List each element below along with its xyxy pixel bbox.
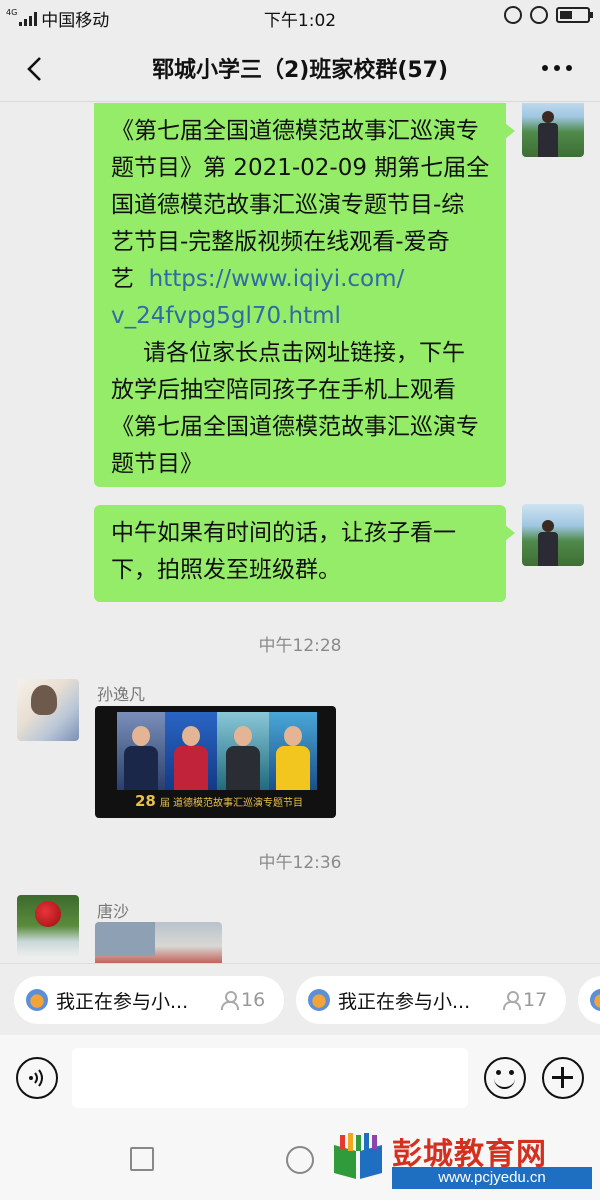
home-icon[interactable] bbox=[286, 1146, 314, 1174]
sender-name: 孙逸凡 bbox=[97, 685, 146, 704]
message-bubble-outgoing[interactable]: 中午如果有时间的话，让孩子看一 下，拍照发至班级群。 bbox=[94, 505, 515, 602]
message-line: 艺节目-完整版视频在线观看-爱奇 bbox=[111, 229, 450, 255]
input-bar bbox=[0, 1035, 600, 1123]
video-frame-panel bbox=[117, 712, 165, 790]
message-timestamp: 中午12:28 bbox=[258, 636, 342, 656]
mini-program-label: 我正在参与小... bbox=[338, 990, 471, 1013]
status-right bbox=[504, 6, 593, 24]
mini-program-bar[interactable]: 我正在参与小... 16 我正在参与小... 17 bbox=[0, 963, 600, 1035]
avatar-sender[interactable] bbox=[17, 679, 79, 741]
plus-icon[interactable] bbox=[542, 1057, 584, 1099]
message-text: 请各位家长点击网址链接，下午 bbox=[143, 340, 465, 366]
video-frame-panel bbox=[269, 712, 317, 790]
chat-messages[interactable]: 《第七届全国道德模范故事汇巡演专 题节目》第 2021-02-09 期第七届全 … bbox=[0, 103, 600, 963]
video-message[interactable]: 28 届 道德模范故事汇巡演专题节目 bbox=[95, 706, 336, 818]
message-text: 艺 bbox=[111, 266, 134, 292]
mini-program-card[interactable]: 我正在参与小... 16 bbox=[14, 976, 284, 1024]
mini-program-card[interactable]: 我正在参与小... 17 bbox=[296, 976, 566, 1024]
site-watermark: 彭城教育网 www.pcjyedu.cn bbox=[330, 1129, 592, 1195]
alarm-icon bbox=[530, 6, 548, 24]
site-url: www.pcjyedu.cn bbox=[392, 1167, 592, 1189]
avatar-sender[interactable] bbox=[17, 895, 79, 957]
chat-header: 郓城小学三（2)班家校群(57) bbox=[0, 34, 600, 102]
message-line: 题节目》 bbox=[111, 451, 203, 477]
status-bar: 4G 中国移动 下午1:02 bbox=[0, 0, 600, 34]
message-line: 题节目》第 2021-02-09 期第七届全 bbox=[111, 155, 490, 181]
mini-program-logo-icon bbox=[590, 989, 600, 1011]
message-line: 下，拍照发至班级群。 bbox=[111, 557, 341, 583]
message-link[interactable]: v_24fvpg5gl70.html bbox=[111, 298, 492, 335]
more-icon[interactable] bbox=[542, 58, 578, 78]
mini-program-logo-icon bbox=[26, 989, 48, 1011]
emoji-icon[interactable] bbox=[484, 1057, 526, 1099]
chat-title: 郓城小学三（2)班家校群(57) bbox=[151, 58, 449, 83]
sender-name: 唐沙 bbox=[97, 902, 130, 921]
battery-icon bbox=[556, 7, 593, 23]
message-line: 请各位家长点击网址链接，下午 bbox=[111, 335, 492, 372]
video-caption: 28 届 道德模范故事汇巡演专题节目 bbox=[135, 792, 303, 810]
message-line: 国道德模范故事汇巡演专题节目-综 bbox=[111, 192, 465, 218]
avatar-self[interactable] bbox=[522, 103, 584, 157]
message-line: 艺 https://www.iqiyi.com/ bbox=[111, 261, 492, 298]
mini-program-logo-icon bbox=[308, 989, 330, 1011]
message-line: 放学后抽空陪同孩子在手机上观看 bbox=[111, 377, 456, 403]
person-icon bbox=[220, 990, 239, 1010]
message-timestamp: 中午12:36 bbox=[258, 853, 342, 873]
participant-count-value: 17 bbox=[523, 989, 548, 1011]
avatar-self[interactable] bbox=[522, 504, 584, 566]
participant-count-value: 16 bbox=[241, 989, 266, 1011]
image-message[interactable] bbox=[95, 922, 222, 963]
lock-rotation-icon bbox=[504, 6, 522, 24]
message-bubble-outgoing[interactable]: 《第七届全国道德模范故事汇巡演专 题节目》第 2021-02-09 期第七届全 … bbox=[94, 103, 515, 487]
participant-count: 17 bbox=[502, 989, 547, 1011]
message-line: 《第七届全国道德模范故事汇巡演专 bbox=[111, 414, 479, 440]
mini-program-card-partial[interactable] bbox=[578, 976, 600, 1024]
site-logo-icon bbox=[334, 1133, 382, 1179]
chevron-left-icon[interactable] bbox=[20, 54, 50, 84]
message-link[interactable]: https://www.iqiyi.com/ bbox=[149, 266, 405, 292]
video-frame-panel bbox=[217, 712, 269, 790]
voice-icon[interactable] bbox=[16, 1057, 58, 1099]
mini-program-label: 我正在参与小... bbox=[56, 990, 189, 1013]
message-input[interactable] bbox=[72, 1048, 468, 1108]
participant-count: 16 bbox=[220, 989, 265, 1011]
battery-fill bbox=[560, 11, 572, 19]
message-line: 《第七届全国道德模范故事汇巡演专 bbox=[111, 118, 479, 144]
video-frame-panel bbox=[165, 712, 217, 790]
message-line: 中午如果有时间的话，让孩子看一 bbox=[111, 520, 456, 546]
system-nav-bar: 彭城教育网 www.pcjyedu.cn bbox=[0, 1123, 600, 1200]
recent-apps-icon[interactable] bbox=[130, 1147, 154, 1171]
video-caption-number: 28 bbox=[135, 792, 156, 810]
person-icon bbox=[502, 990, 521, 1010]
video-caption-text: 届 道德模范故事汇巡演专题节目 bbox=[159, 798, 304, 809]
